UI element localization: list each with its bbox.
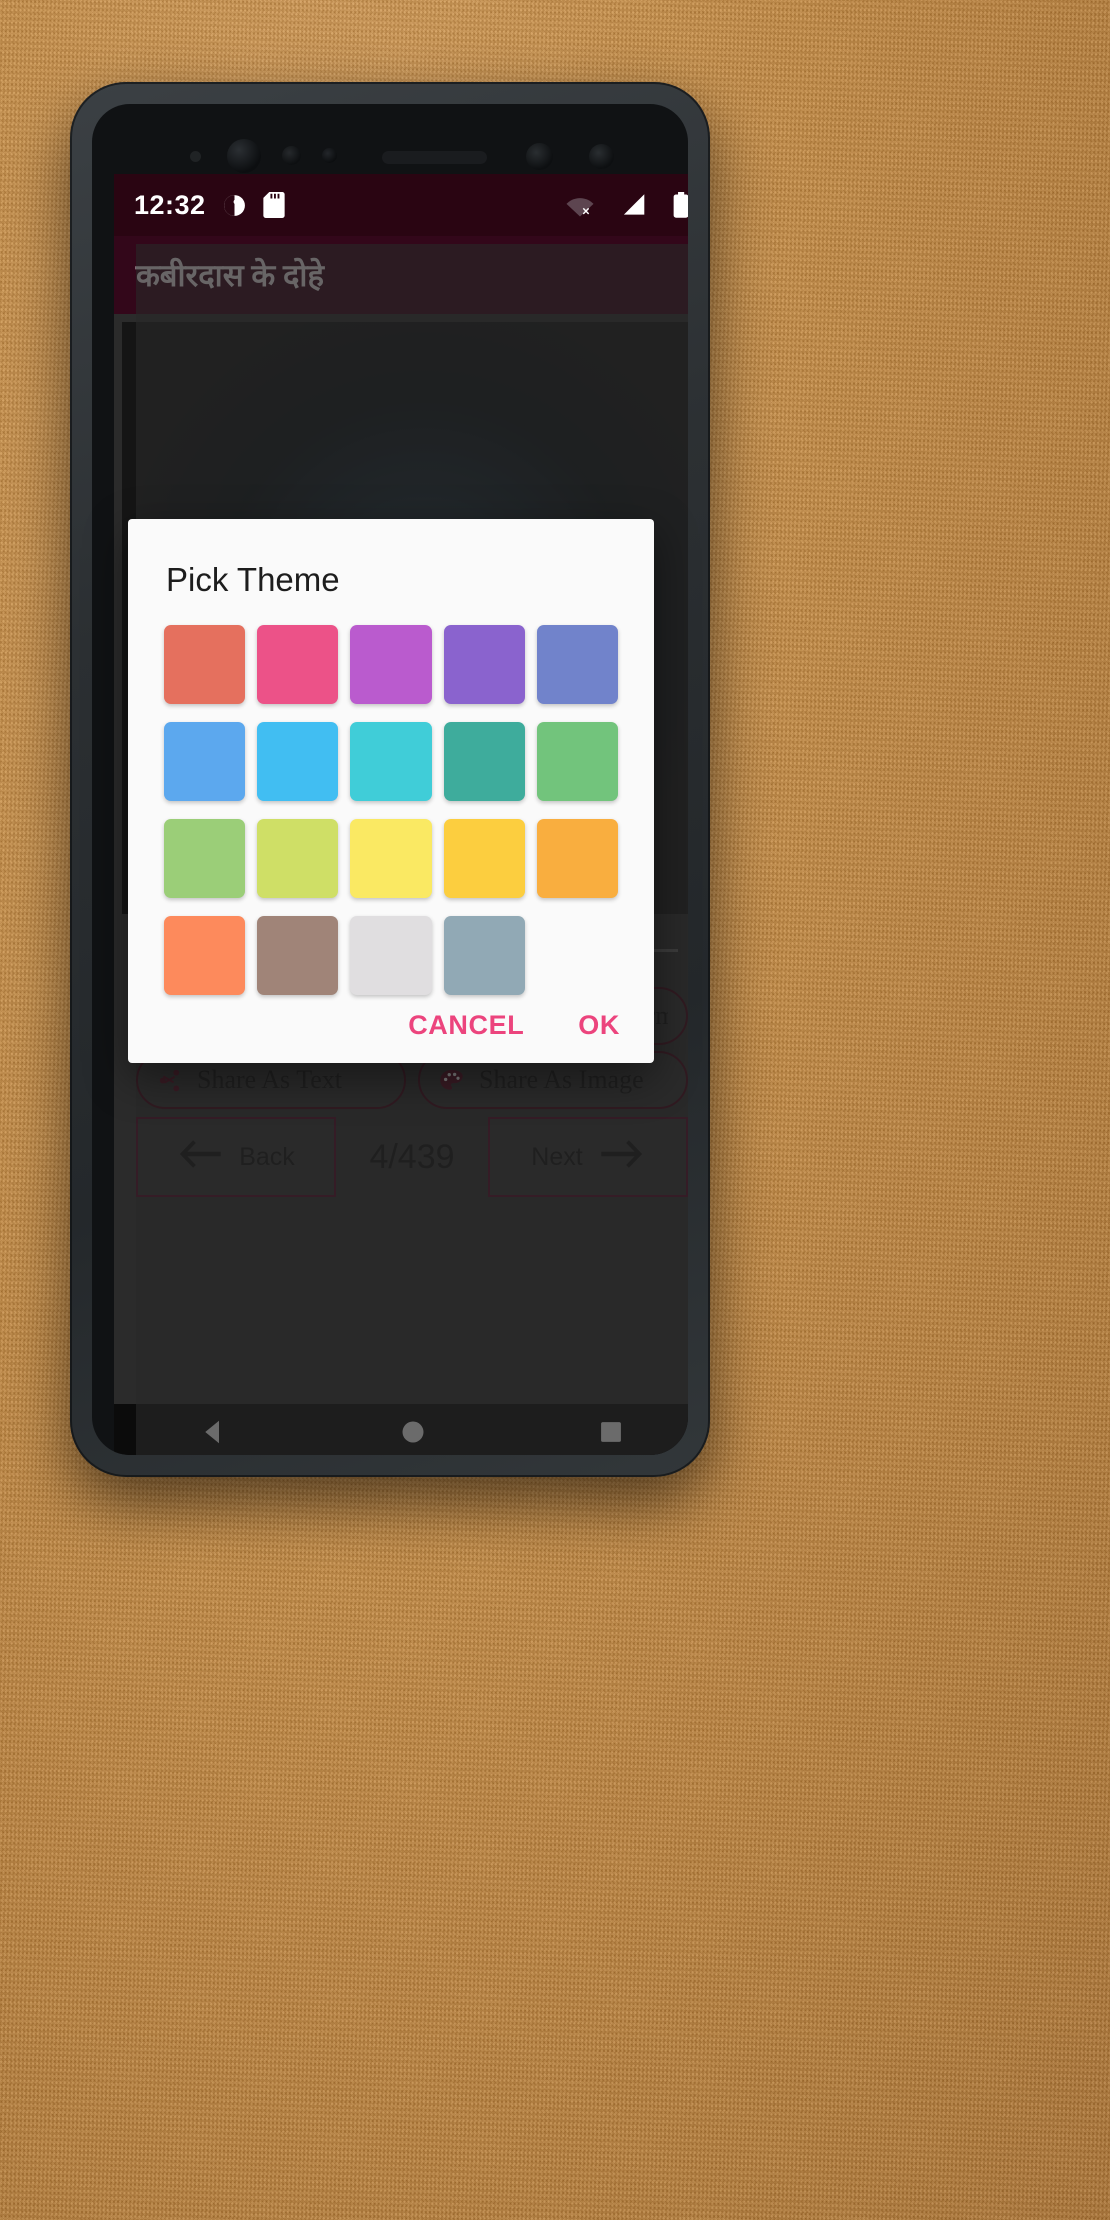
theme-swatch-orchid[interactable] — [350, 625, 432, 704]
status-clock: 12:32 — [134, 189, 206, 220]
theme-swatch-coral-red[interactable] — [164, 625, 246, 704]
sensor-dot-icon — [190, 151, 201, 162]
secondary-camera-icon — [589, 144, 614, 169]
sensor-cluster — [92, 134, 688, 178]
sd-card-icon — [262, 192, 285, 218]
battery-full-icon — [672, 191, 688, 219]
theme-swatch-orange[interactable] — [536, 819, 618, 898]
theme-swatch-blue[interactable] — [164, 722, 246, 801]
theme-swatch-brown[interactable] — [257, 916, 339, 995]
do-not-disturb-icon — [222, 193, 247, 218]
status-bar: 12:32 × — [114, 174, 688, 236]
theme-swatch-teal[interactable] — [443, 722, 525, 801]
theme-swatch-cyan[interactable] — [350, 722, 432, 801]
light-sensor-icon — [322, 148, 337, 163]
theme-swatch-indigo-blue[interactable] — [536, 625, 618, 704]
theme-swatch-blue-grey[interactable] — [443, 916, 525, 995]
theme-swatch-deep-orange[interactable] — [164, 916, 246, 995]
dialog-actions: CANCEL OK — [408, 1010, 620, 1041]
theme-swatch-amber[interactable] — [443, 819, 525, 898]
ok-button[interactable]: OK — [578, 1010, 620, 1041]
front-camera-icon — [227, 139, 261, 173]
theme-swatch-light-grey[interactable] — [350, 916, 432, 995]
theme-swatch-pink[interactable] — [257, 625, 339, 704]
theme-swatch-light-blue[interactable] — [257, 722, 339, 801]
status-right-icons: × — [549, 191, 688, 219]
theme-swatch-purple[interactable] — [443, 625, 525, 704]
iris-scanner-icon — [526, 143, 553, 170]
svg-text:×: × — [582, 204, 589, 217]
theme-swatch-green[interactable] — [536, 722, 618, 801]
theme-swatch-lime[interactable] — [257, 819, 339, 898]
theme-swatch-grid — [164, 625, 618, 995]
pick-theme-dialog: Pick Theme CANCEL OK — [128, 519, 654, 1063]
proximity-sensor-icon — [282, 146, 301, 165]
dialog-title: Pick Theme — [166, 561, 340, 598]
theme-swatch-light-green[interactable] — [164, 819, 246, 898]
signal-bars-icon — [620, 193, 647, 217]
wifi-off-icon: × — [565, 193, 595, 217]
theme-swatch-yellow[interactable] — [350, 819, 432, 898]
cancel-button[interactable]: CANCEL — [408, 1010, 524, 1041]
earpiece-speaker — [382, 151, 487, 164]
